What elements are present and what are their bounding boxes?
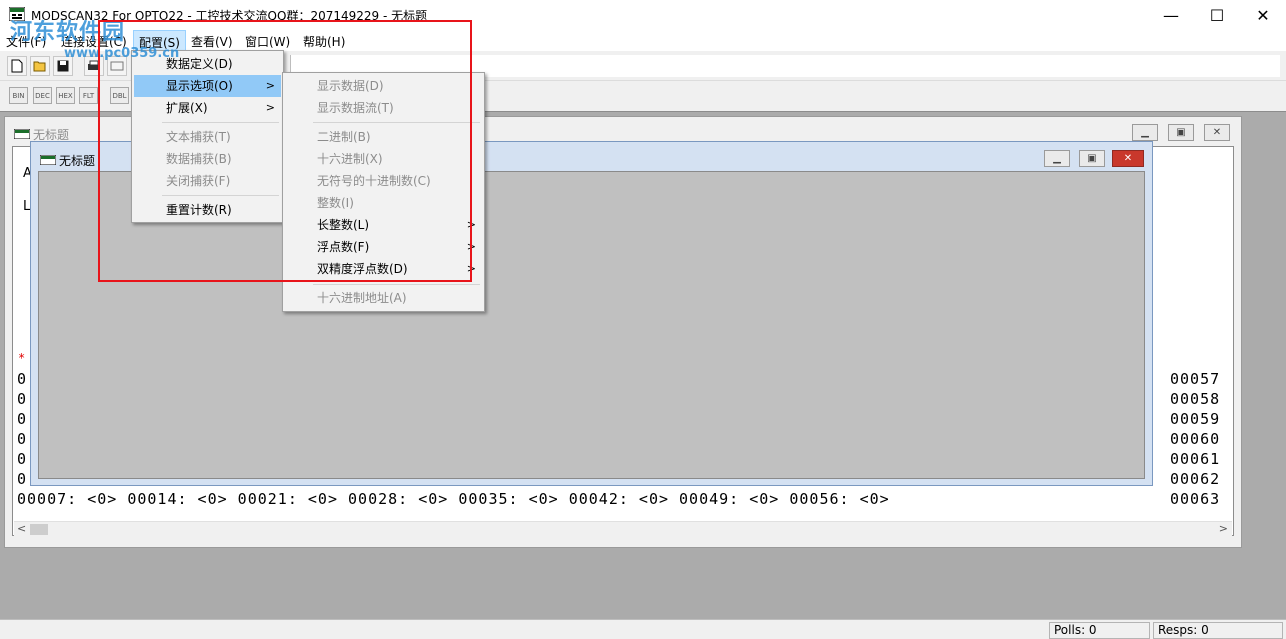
left-value: 0	[17, 390, 28, 408]
scroll-left-icon[interactable]: <	[17, 522, 26, 535]
red-marker: *	[18, 351, 27, 365]
close-icon: ✕	[1212, 127, 1222, 138]
new-file-button[interactable]	[7, 56, 27, 76]
child-minimize-button[interactable]: ▁	[1132, 124, 1158, 141]
restore-icon: ▣	[1087, 153, 1097, 164]
child-window-icon	[14, 129, 30, 139]
register-address: 00058	[1170, 390, 1221, 408]
polls-count: Polls: 0	[1049, 622, 1150, 639]
submenu-item-hex-address[interactable]: 十六进制地址(A)	[285, 287, 482, 309]
format-bin-button[interactable]: BIN	[9, 87, 28, 104]
format-hex-button[interactable]: HEX	[56, 87, 75, 104]
child-minimize-button[interactable]: ▁	[1044, 150, 1070, 167]
open-folder-icon	[33, 61, 46, 72]
left-value: 0	[17, 470, 28, 488]
left-value: 0	[17, 430, 28, 448]
register-address: 00062	[1170, 470, 1221, 488]
left-value: 0	[17, 370, 28, 388]
child-maximize-button[interactable]: ▣	[1079, 150, 1105, 167]
resps-count: Resps: 0	[1153, 622, 1283, 639]
scroll-thumb[interactable]	[30, 524, 48, 535]
open-file-button[interactable]	[30, 56, 50, 76]
left-value: 0	[17, 410, 28, 428]
annotation-highlight-box	[98, 20, 472, 282]
scroll-right-icon[interactable]: >	[1219, 522, 1228, 535]
child-window-icon	[40, 155, 56, 165]
child-close-button[interactable]: ✕	[1204, 124, 1230, 141]
save-icon	[57, 60, 69, 72]
format-dec-button[interactable]: DEC	[33, 87, 52, 104]
register-row: 00007: <0> 00014: <0> 00021: <0> 00028: …	[17, 490, 890, 508]
status-bar: Polls: 0 Resps: 0	[0, 619, 1286, 639]
new-file-icon	[11, 59, 23, 73]
horizontal-scrollbar[interactable]: < >	[14, 521, 1232, 536]
minimize-button[interactable]: —	[1148, 0, 1194, 30]
format-flt-button[interactable]: FLT	[79, 87, 98, 104]
maximize-icon: ☐	[1209, 5, 1225, 25]
minimize-icon: —	[1163, 5, 1179, 25]
close-button[interactable]: ✕	[1240, 0, 1286, 30]
register-address: 00061	[1170, 450, 1221, 468]
left-value: 0	[17, 450, 28, 468]
register-address: 00063	[1170, 490, 1221, 508]
register-address: 00060	[1170, 430, 1221, 448]
minimize-icon: ▁	[1053, 153, 1061, 164]
close-icon: ✕	[1256, 5, 1270, 25]
restore-icon: ▣	[1176, 127, 1186, 138]
child-window-title: 无标题	[59, 154, 96, 168]
register-address: 00059	[1170, 410, 1221, 428]
register-address: 00057	[1170, 370, 1221, 388]
menu-separator	[313, 284, 480, 285]
child-close-button[interactable]: ✕	[1112, 150, 1144, 167]
minimize-icon: ▁	[1141, 127, 1149, 138]
maximize-button[interactable]: ☐	[1194, 0, 1240, 30]
child-maximize-button[interactable]: ▣	[1168, 124, 1194, 141]
close-icon: ✕	[1123, 153, 1133, 164]
